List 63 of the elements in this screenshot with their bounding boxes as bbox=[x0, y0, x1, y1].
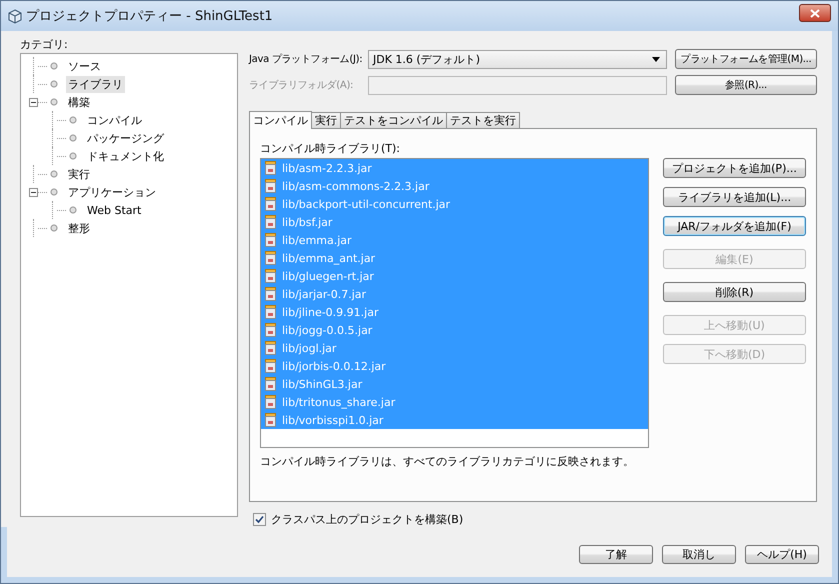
bullet-icon bbox=[50, 62, 58, 70]
jar-icon bbox=[265, 161, 276, 175]
jar-icon bbox=[265, 359, 276, 373]
window-title: プロジェクトプロパティー - ShinGLTest1 bbox=[26, 8, 274, 25]
list-action-button[interactable]: プロジェクトを追加(P)... bbox=[663, 158, 806, 178]
categories-label: カテゴリ: bbox=[20, 37, 69, 53]
tree-item[interactable]: コンパイル bbox=[85, 112, 144, 128]
checkbox[interactable] bbox=[253, 513, 266, 526]
tree-item[interactable]: アプリケーション bbox=[66, 184, 158, 200]
manage-platforms-button[interactable]: プラットフォームを管理(M)... bbox=[675, 49, 817, 69]
jar-icon bbox=[265, 323, 276, 337]
list-action-button[interactable]: ライブラリを追加(L)... bbox=[663, 187, 806, 207]
library-folder-label: ライブラリフォルダ(A): bbox=[249, 78, 354, 92]
tree-item[interactable]: Web Start bbox=[85, 202, 144, 218]
tree-item[interactable]: ソース bbox=[66, 58, 103, 74]
bullet-icon bbox=[69, 116, 77, 124]
tree-item[interactable]: 実行 bbox=[66, 166, 92, 182]
jar-icon bbox=[265, 179, 276, 193]
jar-icon bbox=[265, 413, 276, 427]
jar-icon bbox=[265, 287, 276, 301]
tree-item[interactable]: 構築 bbox=[66, 94, 92, 110]
checkbox-label: クラスパス上のプロジェクトを構築(B) bbox=[271, 512, 464, 527]
list-action-button[interactable]: JAR/フォルダを追加(F) bbox=[663, 216, 806, 236]
tree-item[interactable]: ドキュメント化 bbox=[85, 148, 166, 164]
jar-icon bbox=[265, 197, 276, 211]
libraries-label: コンパイル時ライブラリ(T): bbox=[260, 141, 402, 157]
library-folder-field[interactable] bbox=[368, 76, 667, 94]
tab[interactable]: テストをコンパイル bbox=[340, 112, 447, 128]
dialog-button[interactable]: 了解 bbox=[579, 545, 653, 564]
bullet-icon bbox=[69, 206, 77, 214]
collapse-icon[interactable] bbox=[29, 188, 38, 196]
jar-icon bbox=[265, 377, 276, 391]
cube-icon bbox=[8, 8, 22, 24]
tab[interactable]: コンパイル bbox=[249, 111, 312, 129]
close-icon bbox=[810, 8, 820, 18]
collapse-icon[interactable] bbox=[29, 98, 38, 106]
platform-dropdown[interactable]: JDK 1.6 (デフォルト) bbox=[368, 50, 667, 68]
info-text: コンパイル時ライブラリは、すべてのライブラリカテゴリに反映されます。 bbox=[260, 454, 635, 469]
tab[interactable]: 実行 bbox=[311, 112, 341, 128]
jar-icon bbox=[265, 341, 276, 355]
tree-item[interactable]: ライブラリ bbox=[66, 76, 125, 92]
jar-icon bbox=[265, 215, 276, 229]
jar-icon bbox=[265, 305, 276, 319]
bullet-icon bbox=[50, 224, 58, 232]
bullet-icon bbox=[50, 80, 58, 88]
close-button[interactable] bbox=[799, 4, 831, 22]
tab[interactable]: テストを実行 bbox=[446, 112, 520, 128]
jar-icon bbox=[265, 251, 276, 265]
dialog-button[interactable]: 取消し bbox=[662, 545, 736, 564]
dialog-button[interactable]: ヘルプ(H) bbox=[745, 545, 819, 564]
bullet-icon bbox=[50, 98, 58, 106]
bullet-icon bbox=[69, 134, 77, 142]
jar-icon bbox=[265, 395, 276, 409]
tree-item[interactable]: 整形 bbox=[66, 220, 92, 236]
bullet-icon bbox=[69, 152, 77, 160]
bullet-icon bbox=[50, 188, 58, 196]
dropdown-arrow-icon bbox=[652, 56, 660, 62]
platform-label: Java プラットフォーム(J): bbox=[249, 52, 364, 66]
list-action-button[interactable]: 削除(R) bbox=[663, 282, 806, 302]
jar-icon bbox=[265, 233, 276, 247]
bullet-icon bbox=[50, 170, 58, 178]
jar-icon bbox=[265, 269, 276, 283]
tree-item[interactable]: パッケージング bbox=[85, 130, 166, 146]
